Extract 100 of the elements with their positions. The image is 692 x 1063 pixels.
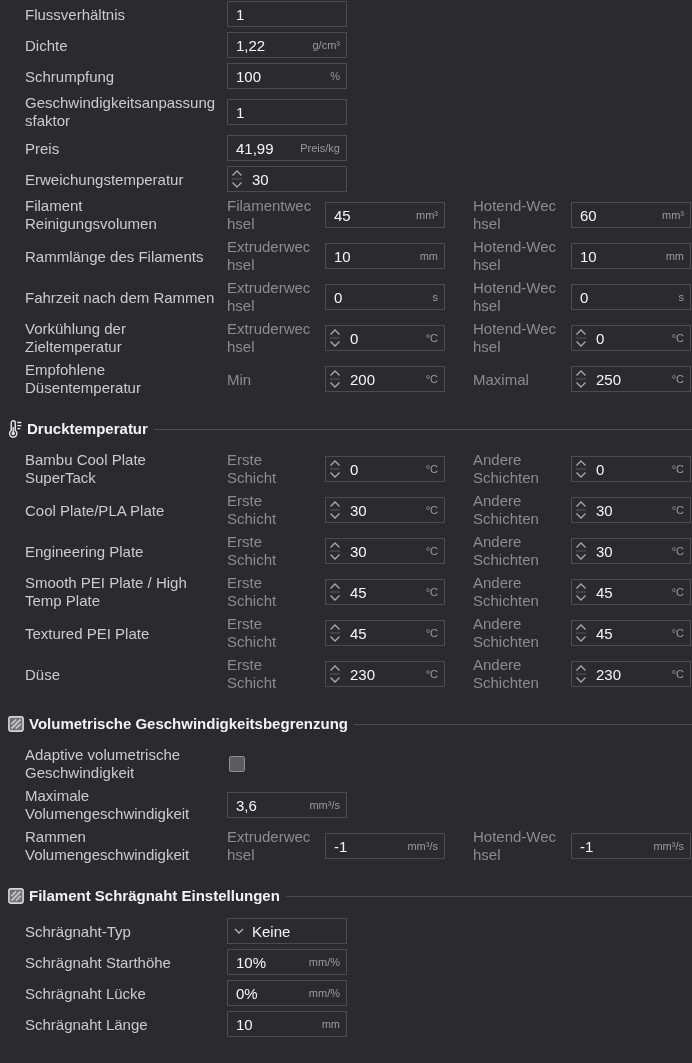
unit-label: °C — [671, 586, 684, 598]
number-field[interactable]: 45 °C — [325, 579, 445, 605]
unit-label: °C — [425, 463, 438, 475]
up-down-chevron-icon[interactable] — [329, 665, 341, 683]
text-field[interactable]: -1 mm³/s — [571, 833, 691, 859]
up-down-chevron-icon[interactable] — [575, 370, 587, 388]
up-down-chevron-icon[interactable] — [575, 329, 587, 347]
field-sublabel: Andere Schichten — [473, 615, 540, 651]
field-sublabel: Hotend-Wec hsel — [473, 238, 557, 274]
number-field[interactable]: 230 °C — [325, 661, 445, 687]
unit-label: °C — [425, 668, 438, 680]
text-field[interactable]: 0% mm/% — [227, 980, 347, 1006]
thermometer-icon — [8, 420, 22, 438]
text-field[interactable]: 10 mm — [325, 243, 445, 269]
text-field[interactable]: 100 % — [227, 63, 347, 89]
up-down-chevron-icon[interactable] — [575, 501, 587, 519]
text-field[interactable]: -1 mm³/s — [325, 833, 445, 859]
field-label: Smooth PEI Plate / High Temp Plate — [25, 574, 188, 610]
field-label: Flussverhältnis — [25, 5, 126, 24]
number-field[interactable]: 0 °C — [571, 325, 691, 351]
text-field[interactable]: 10 mm — [227, 1011, 347, 1037]
unit-label: °C — [671, 627, 684, 639]
field-sublabel: Extruderwec hsel — [227, 320, 311, 356]
number-field[interactable]: 0 °C — [325, 325, 445, 351]
field-label: Schrägnaht-Typ — [25, 922, 131, 941]
section-title: Drucktemperatur — [27, 420, 148, 438]
number-field[interactable]: 45 °C — [571, 620, 691, 646]
field-sublabel: Erste Schicht — [227, 451, 278, 487]
unit-label: mm³/s — [309, 799, 340, 811]
unit-label: mm³ — [662, 209, 684, 221]
up-down-chevron-icon[interactable] — [329, 624, 341, 642]
unit-label: mm — [321, 1018, 340, 1030]
field-sublabel: Andere Schichten — [473, 533, 540, 569]
field-sublabel: Extruderwec hsel — [227, 828, 311, 864]
field-label: Düse — [25, 665, 61, 684]
number-field[interactable]: 30 — [227, 166, 347, 192]
text-field[interactable]: 45 mm³ — [325, 202, 445, 228]
field-label: Engineering Plate — [25, 542, 144, 561]
field-label: Schrägnaht Lücke — [25, 984, 146, 1003]
unit-label: °C — [671, 373, 684, 385]
up-down-chevron-icon[interactable] — [575, 583, 587, 601]
field-sublabel: Filamentwec hsel — [227, 197, 312, 233]
checkbox[interactable] — [229, 756, 245, 772]
number-field[interactable]: 230 °C — [571, 661, 691, 687]
hatched-square-icon — [8, 888, 24, 904]
text-field[interactable]: 0 s — [571, 284, 691, 310]
number-field[interactable]: 0 °C — [571, 456, 691, 482]
unit-label: °C — [425, 504, 438, 516]
number-field[interactable]: 30 °C — [325, 497, 445, 523]
number-field[interactable]: 30 °C — [571, 497, 691, 523]
text-field[interactable]: 0 s — [325, 284, 445, 310]
text-field[interactable]: 60 mm³ — [571, 202, 691, 228]
field-label: Maximale Volumengeschwindigkeit — [25, 787, 191, 823]
number-field[interactable]: 45 °C — [571, 579, 691, 605]
number-field[interactable]: 200 °C — [325, 366, 445, 392]
field-label: Bambu Cool Plate SuperTack — [25, 451, 147, 487]
field-label: Filament Reinigungsvolumen — [25, 197, 158, 233]
up-down-chevron-icon[interactable] — [575, 542, 587, 560]
unit-label: °C — [671, 545, 684, 557]
unit-label: °C — [425, 332, 438, 344]
unit-label: s — [432, 291, 438, 303]
field-sublabel: Erste Schicht — [227, 615, 278, 651]
unit-label: s — [678, 291, 684, 303]
up-down-chevron-icon[interactable] — [329, 501, 341, 519]
unit-label: mm — [419, 250, 438, 262]
unit-label: mm³ — [416, 209, 438, 221]
text-field[interactable]: 10% mm/% — [227, 949, 347, 975]
field-sublabel: Extruderwec hsel — [227, 279, 311, 315]
unit-label: mm/% — [308, 987, 340, 999]
unit-label: °C — [671, 463, 684, 475]
text-field[interactable]: 1,22 g/cm³ — [227, 32, 347, 58]
number-field[interactable]: 250 °C — [571, 366, 691, 392]
number-field[interactable]: 30 °C — [325, 538, 445, 564]
field-label: Geschwindigkeitsanpassung sfaktor — [25, 94, 216, 130]
unit-label: °C — [425, 545, 438, 557]
number-field[interactable]: 0 °C — [325, 456, 445, 482]
text-field[interactable]: 1 — [227, 1, 347, 27]
field-sublabel: Maximal — [473, 370, 529, 389]
field-sublabel: Erste Schicht — [227, 574, 278, 610]
number-field[interactable]: 45 °C — [325, 620, 445, 646]
up-down-chevron-icon[interactable] — [231, 170, 243, 188]
field-sublabel: Min — [227, 370, 252, 389]
unit-label: Preis/kg — [300, 142, 340, 154]
dropdown-field[interactable]: Keine — [227, 918, 347, 944]
up-down-chevron-icon[interactable] — [329, 329, 341, 347]
field-label: Rammlänge des Filaments — [25, 247, 204, 266]
text-field[interactable]: 3,6 mm³/s — [227, 792, 347, 818]
text-field[interactable]: 41,99 Preis/kg — [227, 135, 347, 161]
up-down-chevron-icon[interactable] — [329, 370, 341, 388]
up-down-chevron-icon[interactable] — [575, 624, 587, 642]
field-sublabel: Andere Schichten — [473, 574, 540, 610]
field-label: Adaptive volumetrische Geschwindigkeit — [25, 746, 182, 782]
up-down-chevron-icon[interactable] — [575, 665, 587, 683]
text-field[interactable]: 10 mm — [571, 243, 691, 269]
up-down-chevron-icon[interactable] — [329, 583, 341, 601]
up-down-chevron-icon[interactable] — [329, 542, 341, 560]
up-down-chevron-icon[interactable] — [329, 460, 341, 478]
text-field[interactable]: 1 — [227, 99, 347, 125]
up-down-chevron-icon[interactable] — [575, 460, 587, 478]
number-field[interactable]: 30 °C — [571, 538, 691, 564]
